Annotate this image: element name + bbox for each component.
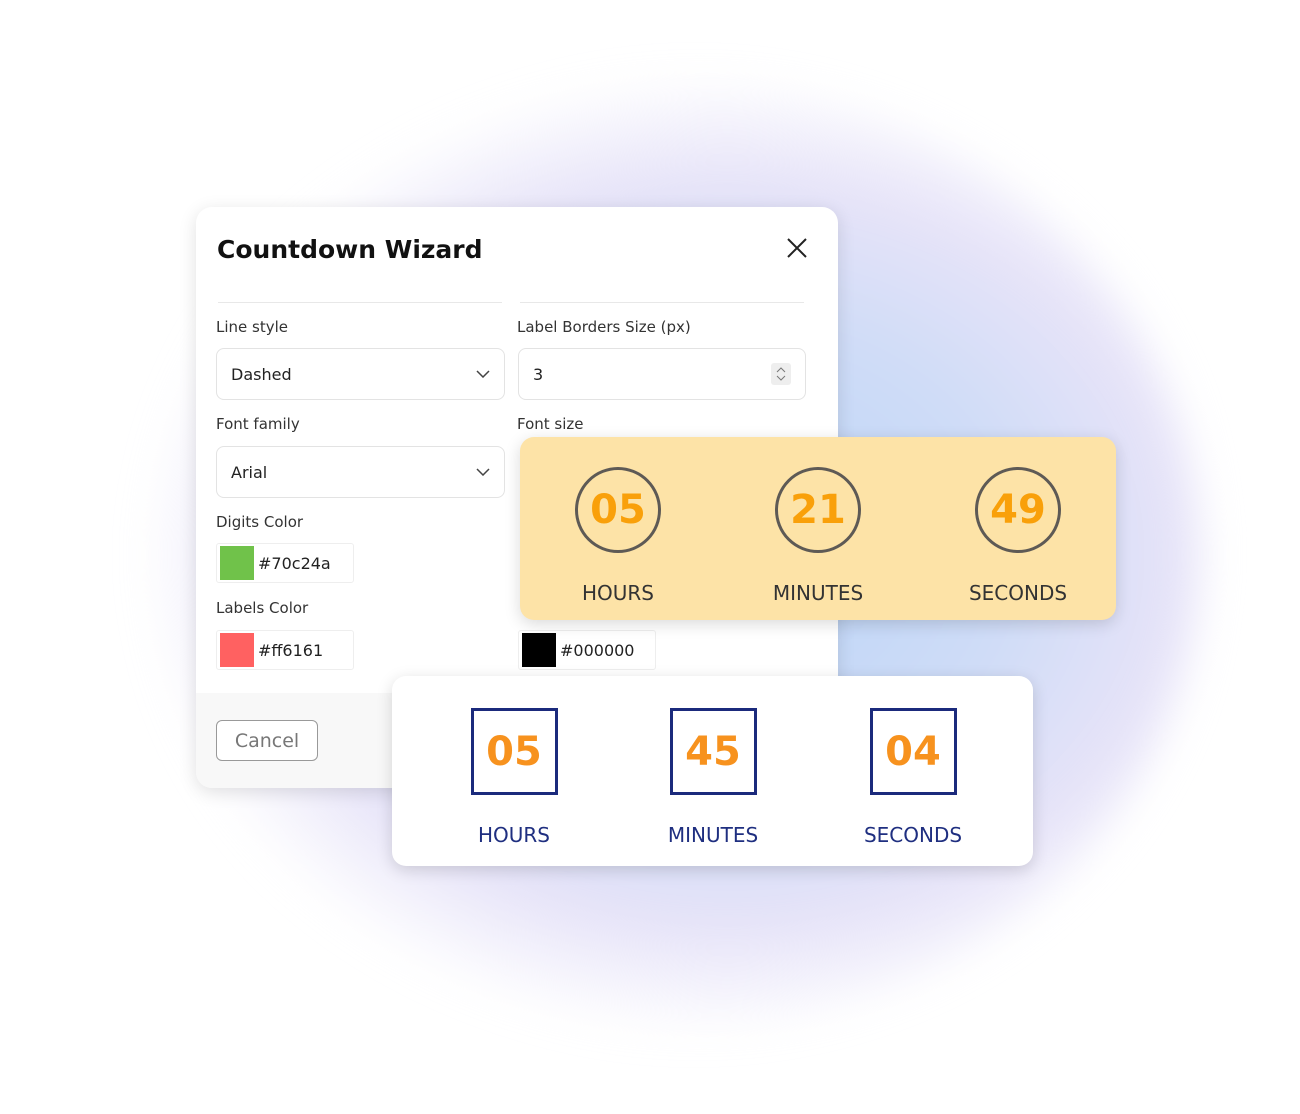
stepper-icon[interactable] bbox=[771, 363, 791, 385]
font-family-label: Font family bbox=[216, 415, 300, 433]
digits: 21 bbox=[775, 467, 861, 553]
labels-color-label: Labels Color bbox=[216, 599, 309, 617]
unit-label: HOURS bbox=[477, 823, 550, 847]
color-swatch[interactable] bbox=[522, 633, 556, 667]
labels-color-input[interactable]: #ff6161 bbox=[216, 630, 354, 670]
border-size-input[interactable]: 3 bbox=[518, 348, 806, 400]
dialog-title: Countdown Wizard bbox=[217, 235, 483, 264]
unit-label: SECONDS bbox=[863, 823, 963, 847]
digits: 05 bbox=[575, 467, 661, 553]
color-swatch[interactable] bbox=[220, 633, 254, 667]
color-input[interactable]: #000000 bbox=[518, 630, 656, 670]
color-value: #70c24a bbox=[258, 553, 331, 573]
unit-label: MINUTES bbox=[667, 823, 759, 847]
line-style-select[interactable]: Dashed bbox=[216, 348, 505, 400]
font-family-value: Arial bbox=[231, 462, 268, 482]
circle-countdown-preview: 05 HOURS 21 MINUTES 49 SECONDS bbox=[520, 437, 1116, 620]
digits: 45 bbox=[669, 708, 757, 795]
unit-label: SECONDS bbox=[968, 581, 1068, 605]
chevron-down-icon bbox=[476, 370, 490, 378]
countdown-unit: 05 HOURS bbox=[434, 708, 594, 847]
divider bbox=[520, 302, 804, 303]
color-value: #000000 bbox=[560, 640, 635, 660]
cancel-button[interactable]: Cancel bbox=[216, 720, 318, 761]
border-size-label: Label Borders Size (px) bbox=[517, 318, 691, 336]
countdown-unit: 04 SECONDS bbox=[833, 708, 993, 847]
line-style-value: Dashed bbox=[231, 364, 292, 384]
countdown-unit: 49 SECONDS bbox=[938, 467, 1098, 605]
close-icon[interactable] bbox=[786, 237, 808, 259]
unit-label: HOURS bbox=[581, 581, 654, 605]
countdown-unit: 21 MINUTES bbox=[738, 467, 898, 605]
digits: 04 bbox=[869, 708, 957, 795]
color-value: #ff6161 bbox=[258, 640, 324, 660]
digits-color-label: Digits Color bbox=[216, 513, 304, 531]
font-size-label: Font size bbox=[517, 415, 584, 433]
countdown-unit: 45 MINUTES bbox=[633, 708, 793, 847]
countdown-unit: 05 HOURS bbox=[538, 467, 698, 605]
chevron-down-icon bbox=[476, 468, 490, 476]
digits-color-input[interactable]: #70c24a bbox=[216, 543, 354, 583]
border-size-value: 3 bbox=[533, 364, 544, 384]
digits: 05 bbox=[470, 708, 558, 795]
color-swatch[interactable] bbox=[220, 546, 254, 580]
digits: 49 bbox=[975, 467, 1061, 553]
unit-label: MINUTES bbox=[772, 581, 864, 605]
line-style-label: Line style bbox=[216, 318, 288, 336]
square-countdown-preview: 05 HOURS 45 MINUTES 04 SECONDS bbox=[392, 676, 1033, 866]
font-family-select[interactable]: Arial bbox=[216, 446, 505, 498]
divider bbox=[218, 302, 502, 303]
